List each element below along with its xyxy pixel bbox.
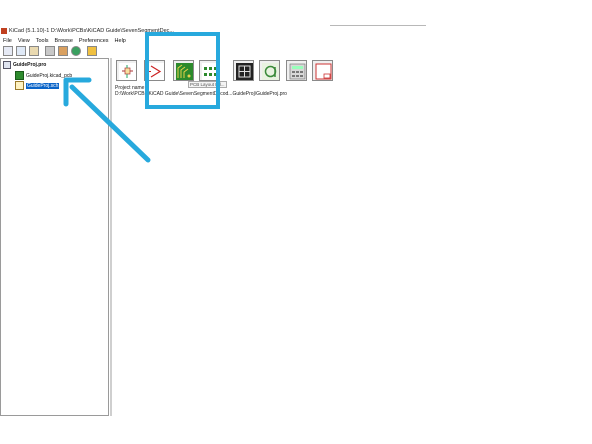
- annotation-arrow-icon: [63, 77, 151, 163]
